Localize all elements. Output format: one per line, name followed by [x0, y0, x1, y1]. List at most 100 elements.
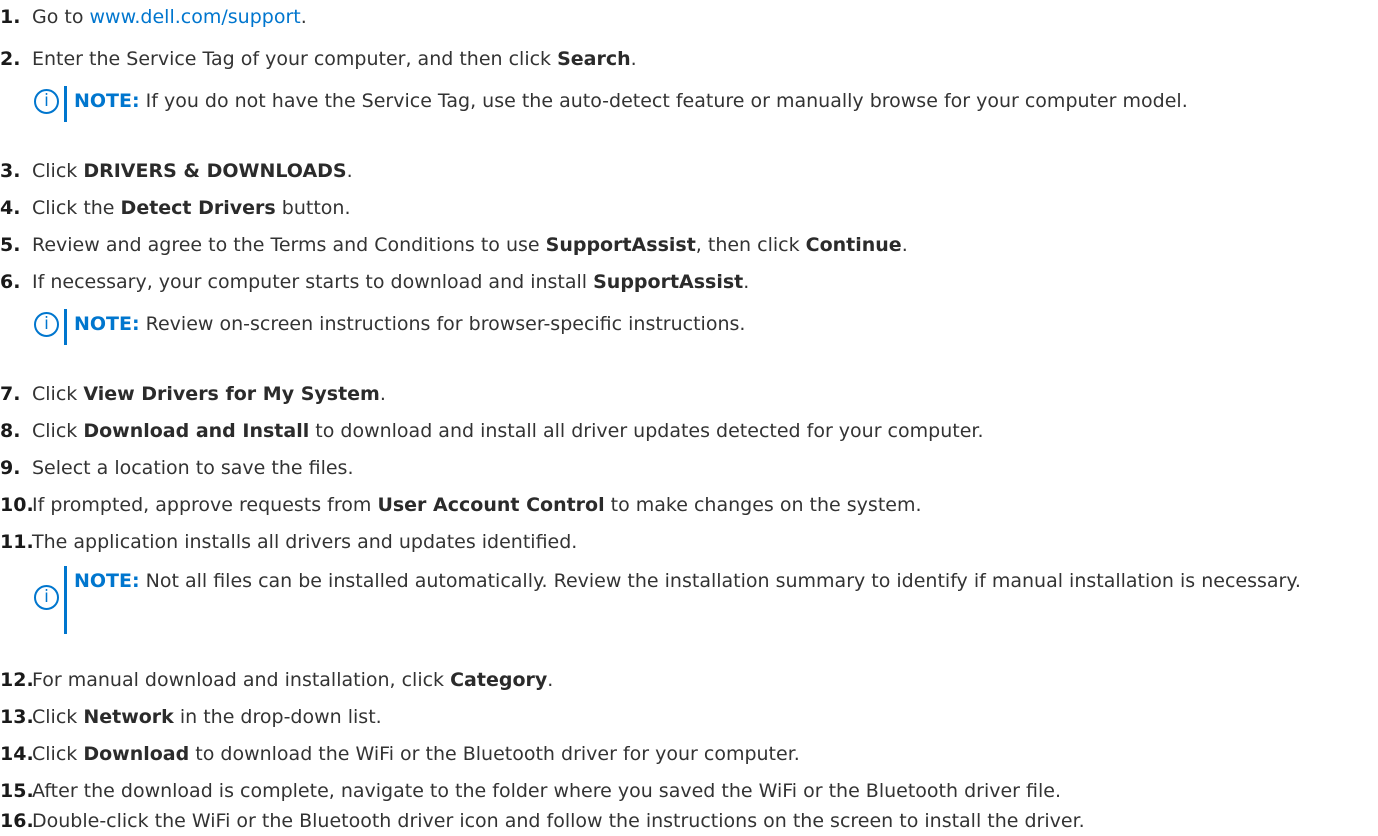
step-text-part: Review and agree to the Terms and Condit…: [32, 234, 546, 256]
step-text-bold: SupportAssist: [545, 234, 696, 256]
step-text-bold: Download and Install: [83, 420, 310, 442]
step-text-part: .: [547, 669, 554, 691]
dell-support-link[interactable]: www.dell.com/support: [90, 6, 301, 28]
step-text: If prompted, approve requests from User …: [32, 494, 922, 516]
step-text: For manual download and installation, cl…: [32, 669, 553, 691]
step-12: 12.For manual download and installation,…: [0, 665, 553, 695]
step-number: 13.: [0, 706, 34, 728]
step-text-part: Click the: [32, 197, 121, 219]
step-text: Click Download and Install to download a…: [32, 420, 983, 442]
step-number: 11.: [0, 531, 34, 553]
step-number: 5.: [0, 234, 21, 256]
step-number: 10.: [0, 494, 34, 516]
step-text-bold: Category: [450, 669, 548, 691]
note-body: Review on-screen instructions for browse…: [139, 313, 746, 335]
step-text: Click View Drivers for My System.: [32, 383, 386, 405]
step-13: 13.Click Network in the drop-down list.: [0, 702, 382, 732]
note-divider: [64, 309, 67, 345]
step-text: Click DRIVERS & DOWNLOADS.: [32, 160, 353, 182]
note-label: NOTE:: [74, 313, 140, 335]
note-callout-1: i NOTE: If you do not have the Service T…: [34, 86, 1344, 122]
step-text: Click Network in the drop-down list.: [32, 706, 382, 728]
step-14: 14.Click Download to download the WiFi o…: [0, 739, 800, 769]
info-icon: i: [34, 89, 59, 114]
note-divider: [64, 86, 67, 122]
step-text: Click Download to download the WiFi or t…: [32, 743, 800, 765]
step-10: 10.If prompted, approve requests from Us…: [0, 490, 922, 520]
step-1: 1. Go to www.dell.com/support.: [0, 2, 307, 32]
step-text-part: to download the WiFi or the Bluetooth dr…: [189, 743, 800, 765]
step-text-bold: DRIVERS & DOWNLOADS: [83, 160, 347, 182]
step-text-part: .: [379, 383, 386, 405]
step-text-part: For manual download and installation, cl…: [32, 669, 451, 691]
step-text-bold: Continue: [805, 234, 902, 256]
step-text-part: Click: [32, 706, 84, 728]
step-6: 6. If necessary, your computer starts to …: [0, 267, 749, 297]
step-number: 4.: [0, 197, 21, 219]
note-label: NOTE:: [74, 90, 140, 112]
step-text-part: Click: [32, 743, 84, 765]
step-text-part: Enter the Service Tag of your computer, …: [32, 48, 558, 70]
step-text-part: , then click: [695, 234, 806, 256]
step-number: 9.: [0, 457, 21, 479]
step-text-part: .: [346, 160, 353, 182]
step-number: 7.: [0, 383, 21, 405]
step-text-part: If prompted, approve requests from: [32, 494, 378, 516]
step-text-part: Go to: [32, 6, 90, 28]
note-text: NOTE: Not all files can be installed aut…: [74, 566, 1344, 596]
step-text-part: button.: [275, 197, 351, 219]
step-text-part: Click: [32, 383, 84, 405]
step-text-part: .: [743, 271, 750, 293]
step-text-bold: User Account Control: [377, 494, 605, 516]
step-number: 6.: [0, 271, 21, 293]
step-3: 3. Click DRIVERS & DOWNLOADS.: [0, 156, 353, 186]
info-icon: i: [34, 585, 59, 610]
step-text-part: .: [300, 6, 307, 28]
step-15: 15.After the download is complete, navig…: [0, 776, 1061, 806]
step-text-part: to download and install all driver updat…: [309, 420, 984, 442]
step-text: If necessary, your computer starts to do…: [32, 271, 749, 293]
step-text: Go to www.dell.com/support.: [32, 6, 307, 28]
note-text: NOTE: Review on-screen instructions for …: [74, 309, 1344, 339]
step-number: 16.: [0, 810, 34, 832]
step-7: 7. Click View Drivers for My System.: [0, 379, 386, 409]
note-text: NOTE: If you do not have the Service Tag…: [74, 86, 1344, 116]
step-text: The application installs all drivers and…: [32, 531, 578, 553]
step-9: 9. Select a location to save the files.: [0, 453, 354, 483]
step-number: 2.: [0, 48, 21, 70]
note-callout-3: i NOTE: Not all files can be installed a…: [34, 566, 1344, 634]
step-text-part: in the drop-down list.: [173, 706, 382, 728]
note-body: If you do not have the Service Tag, use …: [139, 90, 1188, 112]
step-2: 2. Enter the Service Tag of your computer…: [0, 44, 637, 74]
note-divider: [64, 566, 67, 634]
step-11: 11.The application installs all drivers …: [0, 527, 577, 557]
step-number: 3.: [0, 160, 21, 182]
note-body: Not all files can be installed automatic…: [139, 570, 1301, 592]
step-text-part: .: [901, 234, 908, 256]
info-icon: i: [34, 312, 59, 337]
step-5: 5. Review and agree to the Terms and Cond…: [0, 230, 908, 260]
step-text: Review and agree to the Terms and Condit…: [32, 234, 908, 256]
step-text-bold: View Drivers for My System: [83, 383, 380, 405]
step-text: Click the Detect Drivers button.: [32, 197, 351, 219]
step-text-part: Click: [32, 160, 84, 182]
step-text-bold: SupportAssist: [593, 271, 744, 293]
step-text-part: If necessary, your computer starts to do…: [32, 271, 594, 293]
step-16: 16.Double-click the WiFi or the Bluetoot…: [0, 806, 1085, 836]
step-number: 14.: [0, 743, 34, 765]
step-number: 15.: [0, 780, 34, 802]
step-text: Enter the Service Tag of your computer, …: [32, 48, 637, 70]
note-callout-2: i NOTE: Review on-screen instructions fo…: [34, 309, 1344, 345]
step-text: Select a location to save the files.: [32, 457, 354, 479]
step-text: After the download is complete, navigate…: [32, 780, 1061, 802]
step-text-part: to make changes on the system.: [604, 494, 922, 516]
step-text-bold: Network: [83, 706, 174, 728]
step-number: 8.: [0, 420, 21, 442]
step-4: 4. Click the Detect Drivers button.: [0, 193, 351, 223]
step-number: 1.: [0, 6, 21, 28]
step-text-bold: Detect Drivers: [120, 197, 276, 219]
step-text-bold: Download: [83, 743, 190, 765]
step-text-bold: Search: [557, 48, 631, 70]
step-8: 8. Click Download and Install to download…: [0, 416, 983, 446]
step-text-part: .: [630, 48, 637, 70]
